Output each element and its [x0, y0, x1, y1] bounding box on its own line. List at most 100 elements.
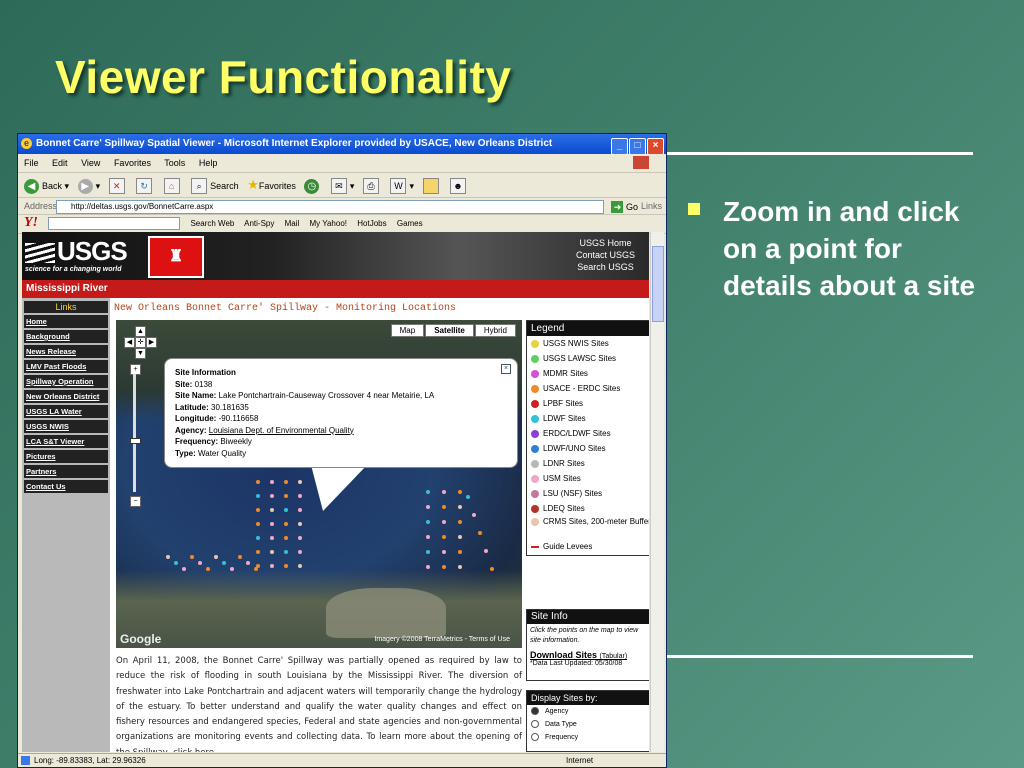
search-usgs-link[interactable]: Search USGS	[576, 261, 635, 273]
site-marker[interactable]	[490, 567, 494, 571]
site-marker[interactable]	[426, 505, 430, 509]
yahoo-mail-button[interactable]: Mail	[285, 219, 300, 228]
menu-view[interactable]: View	[81, 158, 100, 168]
site-marker[interactable]	[458, 550, 462, 554]
messenger-button[interactable]: ☻	[450, 174, 469, 198]
menu-edit[interactable]: Edit	[52, 158, 68, 168]
scrollbar-thumb[interactable]	[652, 246, 664, 322]
minimize-button[interactable]: _	[611, 138, 628, 154]
map-type-map[interactable]: Map	[390, 324, 425, 337]
nav-home[interactable]: Home	[24, 315, 108, 328]
yahoo-search-input[interactable]	[48, 217, 181, 231]
nav-background[interactable]: Background	[24, 330, 108, 343]
site-marker[interactable]	[256, 550, 260, 554]
site-marker[interactable]	[256, 494, 260, 498]
yahoo-logo[interactable]: Y!	[24, 215, 38, 230]
site-marker[interactable]	[442, 565, 446, 569]
menu-favorites[interactable]: Favorites	[114, 158, 151, 168]
home-button[interactable]: ⌂	[163, 174, 183, 198]
site-marker[interactable]	[442, 490, 446, 494]
nav-news-release[interactable]: News Release	[24, 345, 108, 358]
site-marker[interactable]	[284, 480, 288, 484]
site-marker[interactable]	[270, 536, 274, 540]
links-button[interactable]: Links	[641, 198, 662, 214]
pan-left-button[interactable]: ◀	[124, 337, 135, 348]
site-marker[interactable]	[298, 550, 302, 554]
site-marker[interactable]	[270, 508, 274, 512]
site-marker[interactable]	[190, 555, 194, 559]
download-sites-link[interactable]: Download Sites (Tabular)	[527, 648, 649, 660]
site-marker[interactable]	[458, 565, 462, 569]
site-marker[interactable]	[256, 536, 260, 540]
site-marker[interactable]	[238, 555, 242, 559]
site-marker[interactable]	[284, 550, 288, 554]
folder-button[interactable]	[422, 174, 442, 198]
search-button[interactable]: ⌕ Search	[191, 174, 239, 198]
site-marker[interactable]	[298, 508, 302, 512]
site-marker[interactable]	[426, 490, 430, 494]
menu-tools[interactable]: Tools	[164, 158, 185, 168]
menu-help[interactable]: Help	[199, 158, 218, 168]
close-button[interactable]: ×	[647, 138, 664, 154]
nav-pictures[interactable]: Pictures	[24, 450, 108, 463]
favorites-button[interactable]: ★Favorites	[247, 173, 296, 198]
site-marker[interactable]	[284, 536, 288, 540]
site-marker[interactable]	[426, 520, 430, 524]
site-marker[interactable]	[284, 494, 288, 498]
nav-new-orleans-district[interactable]: New Orleans District	[24, 390, 108, 403]
site-marker[interactable]	[270, 522, 274, 526]
site-marker[interactable]	[298, 564, 302, 568]
back-button[interactable]: ◀ Back ▾	[24, 174, 69, 198]
address-input[interactable]: http://deltas.usgs.gov/BonnetCarre.aspx	[56, 200, 604, 214]
site-marker[interactable]	[298, 494, 302, 498]
site-marker[interactable]	[256, 508, 260, 512]
vertical-scrollbar[interactable]	[650, 232, 664, 752]
history-button[interactable]: ◷	[304, 174, 322, 198]
site-marker[interactable]	[478, 531, 482, 535]
site-marker[interactable]	[442, 520, 446, 524]
site-marker[interactable]	[182, 567, 186, 571]
nav-spillway-operation[interactable]: Spillway Operation	[24, 375, 108, 388]
nav-partners[interactable]: Partners	[24, 465, 108, 478]
site-marker[interactable]	[254, 567, 258, 571]
edit-button[interactable]: W ▾	[390, 174, 414, 198]
site-marker[interactable]	[284, 508, 288, 512]
site-marker[interactable]	[270, 494, 274, 498]
stop-button[interactable]: ✕	[108, 174, 128, 198]
popup-agency-link[interactable]: Louisiana Dept. of Environmental Quality	[209, 426, 354, 435]
nav-contact-us[interactable]: Contact Us	[24, 480, 108, 493]
site-marker[interactable]	[206, 567, 210, 571]
site-marker[interactable]	[174, 561, 178, 565]
site-marker[interactable]	[230, 567, 234, 571]
site-marker[interactable]	[484, 549, 488, 553]
nav-usgs-nwis[interactable]: USGS NWIS	[24, 420, 108, 433]
pan-up-button[interactable]: ▲	[135, 326, 146, 337]
refresh-button[interactable]: ↻	[136, 174, 155, 198]
usgs-logo[interactable]: USGS	[25, 236, 128, 267]
site-marker[interactable]	[426, 565, 430, 569]
print-button[interactable]: ⎙	[362, 174, 382, 198]
site-marker[interactable]	[298, 536, 302, 540]
window-titlebar[interactable]: e Bonnet Carre' Spillway Spatial Viewer …	[18, 134, 666, 154]
forward-button[interactable]: ▶ ▾	[77, 174, 100, 198]
maximize-button[interactable]: □	[629, 138, 646, 154]
option-frequency[interactable]: Frequency	[527, 731, 649, 744]
pan-down-button[interactable]: ▼	[135, 348, 146, 359]
yahoo-hotjobs-button[interactable]: HotJobs	[357, 219, 386, 228]
option-agency[interactable]: Agency	[527, 705, 649, 718]
site-marker[interactable]	[256, 480, 260, 484]
site-marker[interactable]	[472, 513, 476, 517]
usgs-home-link[interactable]: USGS Home	[576, 237, 635, 249]
go-button[interactable]: ➜ Go	[611, 199, 638, 215]
site-marker[interactable]	[442, 505, 446, 509]
site-marker[interactable]	[466, 495, 470, 499]
yahoo-search-web-button[interactable]: Search Web	[190, 219, 234, 228]
map-type-hybrid[interactable]: Hybrid	[474, 324, 516, 337]
yahoo-games-button[interactable]: Games	[397, 219, 423, 228]
satellite-map[interactable]: ▲ ◀ ✛ ▶ ▼ + − Map Satellite Hybrid × Site …	[116, 320, 522, 648]
zoom-out-button[interactable]: −	[130, 496, 141, 507]
yahoo-antispy-button[interactable]: Anti-Spy	[244, 219, 274, 228]
map-copyright[interactable]: Imagery ©2008 TerraMetrics - Terms of Us…	[374, 636, 510, 643]
option-data-type[interactable]: Data Type	[527, 718, 649, 731]
pan-center-button[interactable]: ✛	[135, 337, 146, 348]
